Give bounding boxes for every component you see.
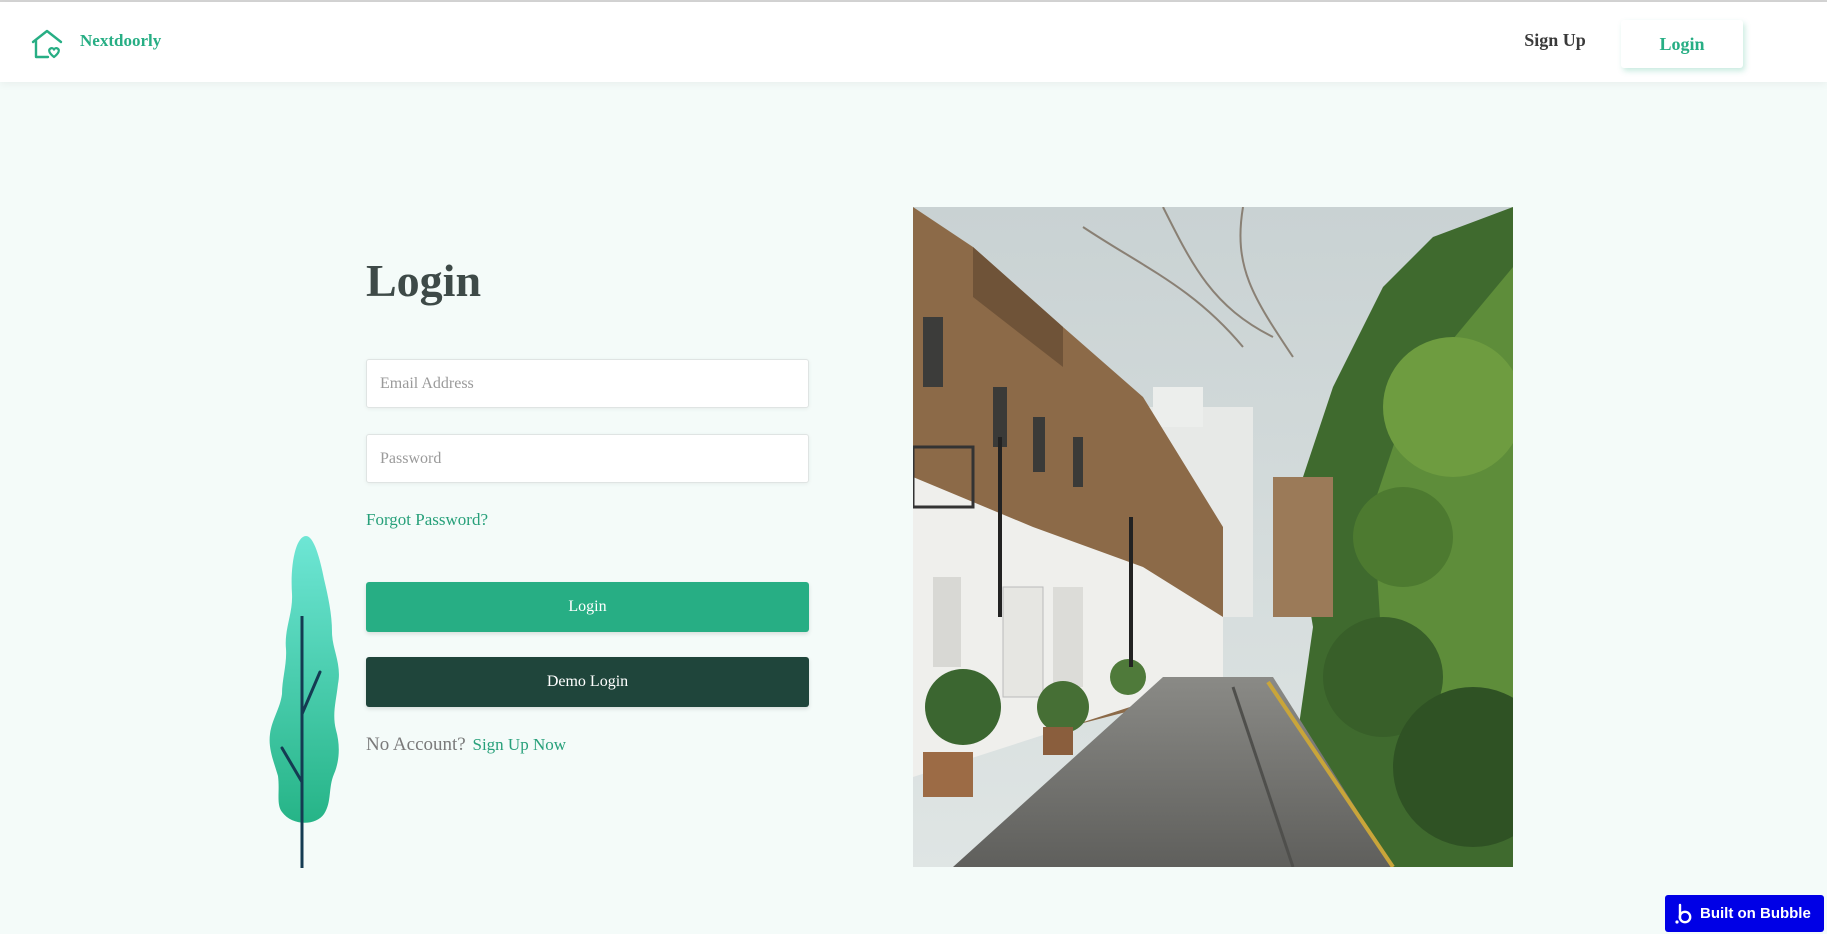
street-photo [913, 207, 1513, 867]
bubble-badge-label: Built on Bubble [1700, 905, 1811, 922]
nav-login-button[interactable]: Login [1621, 20, 1743, 68]
bubble-logo-icon [1675, 903, 1692, 924]
no-account-text: No Account? [366, 734, 466, 755]
password-field[interactable] [366, 434, 809, 483]
login-button[interactable]: Login [366, 582, 809, 632]
house-heart-icon[interactable] [30, 28, 64, 60]
forgot-password-link[interactable]: Forgot Password? [366, 510, 488, 530]
demo-login-button[interactable]: Demo Login [366, 657, 809, 707]
signup-now-link[interactable]: Sign Up Now [472, 735, 566, 754]
tree-illustration [269, 536, 339, 868]
nav-signup-link[interactable]: Sign Up [1510, 30, 1600, 51]
no-account-row: No Account? Sign Up Now [366, 734, 566, 756]
page-title: Login [366, 255, 482, 306]
email-field[interactable] [366, 359, 809, 408]
brand-name[interactable]: Nextdoorly [80, 31, 161, 51]
top-navbar: Nextdoorly Sign Up Login [0, 2, 1827, 82]
built-on-bubble-badge[interactable]: Built on Bubble [1665, 895, 1824, 932]
